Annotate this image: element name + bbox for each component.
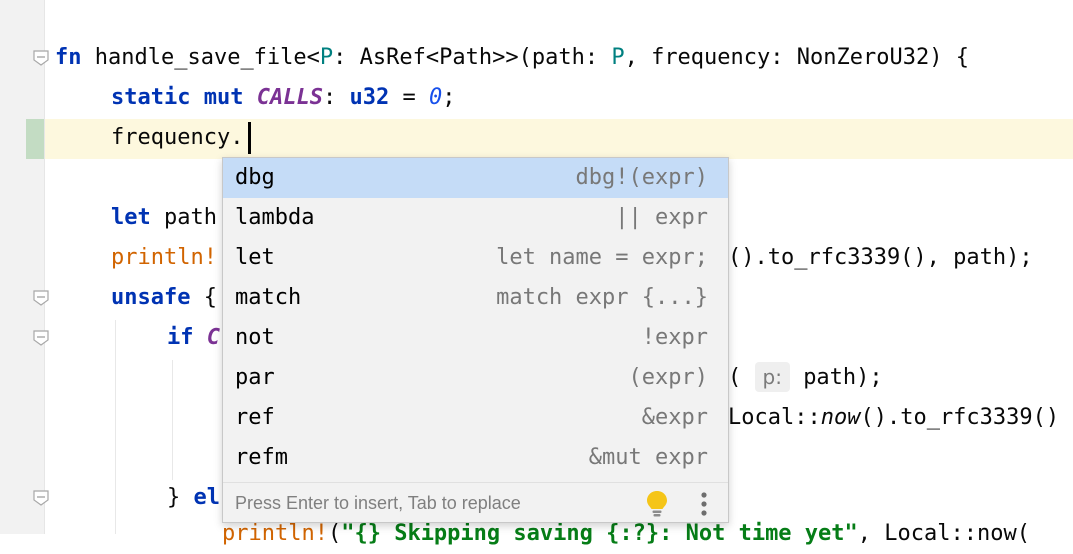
completion-item-label: ref <box>235 405 275 430</box>
type-param: P <box>611 45 625 70</box>
code-text: = <box>389 85 429 110</box>
code-text: path <box>150 205 217 230</box>
fold-marker-icon[interactable] <box>33 290 49 306</box>
code-line-6[interactable]: println! <box>111 238 217 278</box>
completion-item-tail: &expr <box>641 405 708 430</box>
completion-item[interactable]: lambda || expr <box>223 198 728 238</box>
fn-signature: handle_save_file< <box>81 45 320 70</box>
code-text: path); <box>803 365 883 390</box>
static-name: CALLS <box>256 85 323 110</box>
code-line-10-tail[interactable]: Local::now().to_rfc3339() <box>728 398 1059 438</box>
code-text: ( <box>728 365 742 390</box>
completion-item-tail: !expr <box>641 325 708 350</box>
keyword: if <box>167 325 194 350</box>
completion-item-label: let <box>235 245 275 270</box>
code-text-italic: now <box>820 405 861 430</box>
fold-marker-icon[interactable] <box>33 330 49 346</box>
indent-guide <box>172 360 173 480</box>
change-marker[interactable] <box>26 119 44 159</box>
type-keyword: u32 <box>349 85 390 110</box>
completion-item-tail: (expr) <box>628 365 708 390</box>
completion-item[interactable]: par (expr) <box>223 358 728 398</box>
gutter-separator <box>44 0 45 534</box>
completion-item[interactable]: dbg dbg!(expr) <box>223 158 728 198</box>
completion-item-tail: dbg!(expr) <box>575 165 708 190</box>
keyword: el <box>193 485 221 510</box>
editor-gutter[interactable] <box>0 0 44 534</box>
completion-item-label: lambda <box>235 205 315 230</box>
number-literal: 0 <box>428 85 443 110</box>
code-text: : <box>322 85 350 110</box>
keyword: mut <box>203 85 244 110</box>
keyword: static <box>111 85 191 110</box>
completion-item-label: refm <box>235 445 288 470</box>
completion-item-tail: &mut expr <box>588 445 708 470</box>
fn-signature: : AsRef<Path>>(path: <box>333 45 612 70</box>
completion-item-tail: let name = expr; <box>496 245 708 270</box>
completion-footer-text: Press Enter to insert, Tab to replace <box>235 493 521 513</box>
code-line-9-tail[interactable]: ( p: path); <box>728 358 883 398</box>
keyword: let <box>111 205 151 230</box>
code-line-6-tail[interactable]: ().to_rfc3339(), path); <box>728 238 1033 278</box>
completion-item-label: dbg <box>235 165 275 190</box>
type-param: P <box>319 45 334 70</box>
code-text: { <box>190 285 217 310</box>
completion-footer: Press Enter to insert, Tab to replace <box>223 482 728 522</box>
completion-item-label: par <box>235 365 275 390</box>
completion-popup[interactable]: dbg dbg!(expr) lambda || expr let let name … <box>222 157 729 523</box>
completion-item[interactable]: not !expr <box>223 318 728 358</box>
code-line-7[interactable]: unsafe { <box>111 278 217 318</box>
code-text: Local:: <box>728 405 821 430</box>
macro-name: println! <box>111 245 217 270</box>
code-text: ().to_rfc3339(), path); <box>728 245 1033 270</box>
code-line-8[interactable]: if C <box>167 318 220 358</box>
completion-item-tail: match expr {...} <box>496 285 708 310</box>
code-text: ; <box>442 85 456 110</box>
fold-marker-icon[interactable] <box>33 50 49 66</box>
code-line-5[interactable]: let path <box>111 198 217 238</box>
code-text: } <box>167 485 194 510</box>
indent-guide <box>115 320 116 534</box>
parameter-hint: p: <box>754 362 790 392</box>
completion-item[interactable]: ref &expr <box>223 398 728 438</box>
completion-item-label: not <box>235 325 275 350</box>
text-caret <box>248 122 251 154</box>
keyword: unsafe <box>111 285 191 310</box>
code-line-2[interactable]: static mut CALLS: u32 = 0; <box>111 78 455 118</box>
completion-item[interactable]: let let name = expr; <box>223 238 728 278</box>
code-line-12[interactable]: } el <box>167 478 220 518</box>
completion-item-tail: || expr <box>615 205 708 230</box>
completion-item-label: match <box>235 285 302 310</box>
lightbulb-icon[interactable] <box>644 489 670 519</box>
code-line-3[interactable]: frequency. <box>111 118 243 158</box>
fn-signature: , frequency: NonZeroU32) { <box>624 45 969 70</box>
keyword: fn <box>55 45 82 70</box>
static-name: C <box>206 325 220 350</box>
code-text: frequency. <box>111 125 244 150</box>
completion-item[interactable]: match match expr {...} <box>223 278 728 318</box>
code-line-1[interactable]: fn handle_save_file<P: AsRef<Path>>(path… <box>55 38 969 78</box>
fold-marker-icon[interactable] <box>33 490 49 506</box>
completion-item[interactable]: refm &mut expr <box>223 438 728 478</box>
more-options-icon[interactable] <box>697 491 711 517</box>
code-text: ().to_rfc3339() <box>860 405 1060 430</box>
